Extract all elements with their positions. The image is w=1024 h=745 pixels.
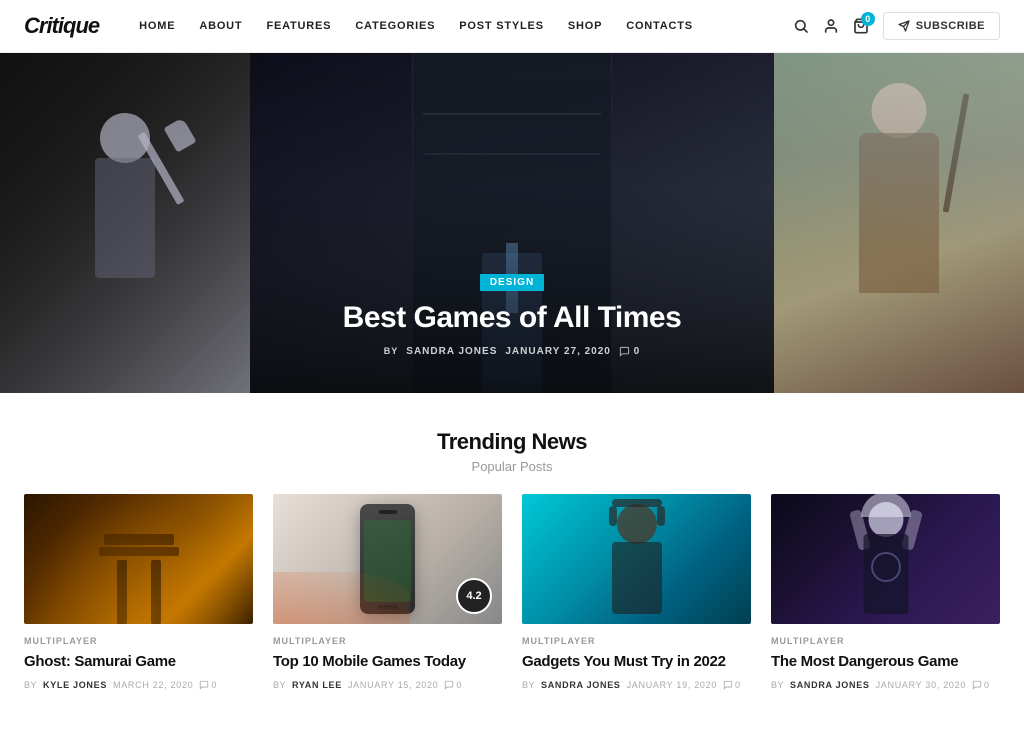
site-logo[interactable]: Critique	[24, 13, 99, 39]
card-dangerous-comments: 0	[972, 680, 990, 690]
card-dangerous-meta: By Sandra Jones January 30, 2020 0	[771, 680, 1000, 690]
subscribe-button[interactable]: Subscribe	[883, 12, 1000, 40]
card-samurai-category: Multiplayer	[24, 636, 253, 646]
search-icon	[793, 18, 809, 34]
cart-badge: 0	[861, 12, 875, 26]
hero-meta: By Sandra Jones January 27, 2020 0	[384, 346, 640, 357]
cart-button[interactable]: 0	[853, 18, 869, 34]
cards-grid: Multiplayer Ghost: Samurai Game By Kyle …	[24, 494, 1000, 720]
card-dangerous-date: January 30, 2020	[876, 680, 966, 690]
card-samurai-title[interactable]: Ghost: Samurai Game	[24, 652, 253, 672]
card-dangerous-author: Sandra Jones	[790, 680, 870, 690]
card-mobile-rating: 4.2	[456, 578, 492, 614]
nav-features[interactable]: Features	[266, 20, 331, 32]
hero-main[interactable]: Design Best Games of All Times By Sandra…	[250, 53, 774, 393]
trending-section-header: Trending News Popular Posts	[24, 393, 1000, 494]
card-samurai-image	[24, 494, 253, 624]
user-icon	[823, 18, 839, 34]
card-gadget[interactable]: Multiplayer Gadgets You Must Try in 2022…	[522, 494, 751, 690]
hero-category-badge: Design	[480, 274, 544, 291]
nav-contacts[interactable]: Contacts	[626, 20, 693, 32]
site-header: Critique Home About Features Categories …	[0, 0, 1024, 53]
hero-side-left[interactable]	[0, 53, 250, 393]
hero-author: Sandra Jones	[406, 346, 497, 357]
card-mobile-image: 4.2	[273, 494, 502, 624]
card-mobile-date: January 15, 2020	[348, 680, 438, 690]
card-dangerous[interactable]: Multiplayer The Most Dangerous Game By S…	[771, 494, 1000, 690]
card-samurai-date: March 22, 2020	[113, 680, 193, 690]
hero-comment-count: 0	[619, 346, 640, 357]
card-mobile-category: Multiplayer	[273, 636, 502, 646]
search-button[interactable]	[793, 18, 809, 34]
card-mobile-title[interactable]: Top 10 Mobile Games Today	[273, 652, 502, 672]
card-samurai-comments: 0	[199, 680, 217, 690]
comment-icon	[972, 680, 982, 690]
card-gadget-date: January 19, 2020	[627, 680, 717, 690]
card-gadget-meta: By Sandra Jones January 19, 2020 0	[522, 680, 751, 690]
card-gadget-category: Multiplayer	[522, 636, 751, 646]
main-content: Trending News Popular Posts	[0, 393, 1024, 720]
nav-home[interactable]: Home	[139, 20, 175, 32]
trending-subtitle: Popular Posts	[24, 459, 1000, 474]
card-samurai-author: Kyle Jones	[43, 680, 107, 690]
hero-author-prefix: By	[384, 346, 399, 356]
card-gadget-author: Sandra Jones	[541, 680, 621, 690]
hero-title: Best Games of All Times	[343, 301, 682, 336]
hero-overlay: Design Best Games of All Times By Sandra…	[250, 53, 774, 393]
card-mobile-comments: 0	[444, 680, 462, 690]
card-gadget-comments: 0	[723, 680, 741, 690]
trending-title: Trending News	[24, 429, 1000, 455]
nav-post-styles[interactable]: Post Styles	[459, 20, 544, 32]
comment-icon	[619, 346, 630, 357]
comment-icon	[723, 680, 733, 690]
comment-icon	[444, 680, 454, 690]
hero-side-right[interactable]	[774, 53, 1024, 393]
card-dangerous-category: Multiplayer	[771, 636, 1000, 646]
nav-shop[interactable]: Shop	[568, 20, 602, 32]
card-samurai-meta: By Kyle Jones March 22, 2020 0	[24, 680, 253, 690]
header-actions: 0 Subscribe	[793, 12, 1000, 40]
card-dangerous-title[interactable]: The Most Dangerous Game	[771, 652, 1000, 672]
send-icon	[898, 20, 910, 32]
nav-categories[interactable]: Categories	[355, 20, 435, 32]
card-gadget-title[interactable]: Gadgets You Must Try in 2022	[522, 652, 751, 672]
nav-about[interactable]: About	[199, 20, 242, 32]
hero-date: January 27, 2020	[505, 346, 611, 357]
card-gadget-image	[522, 494, 751, 624]
user-button[interactable]	[823, 18, 839, 34]
card-mobile-author: Ryan Lee	[292, 680, 342, 690]
card-mobile[interactable]: 4.2 Multiplayer Top 10 Mobile Games Toda…	[273, 494, 502, 690]
card-dangerous-image	[771, 494, 1000, 624]
card-samurai[interactable]: Multiplayer Ghost: Samurai Game By Kyle …	[24, 494, 253, 690]
hero-slider: Design Best Games of All Times By Sandra…	[0, 53, 1024, 393]
main-nav: Home About Features Categories Post Styl…	[139, 20, 793, 32]
card-mobile-meta: By Ryan Lee January 15, 2020 0	[273, 680, 502, 690]
comment-icon	[199, 680, 209, 690]
